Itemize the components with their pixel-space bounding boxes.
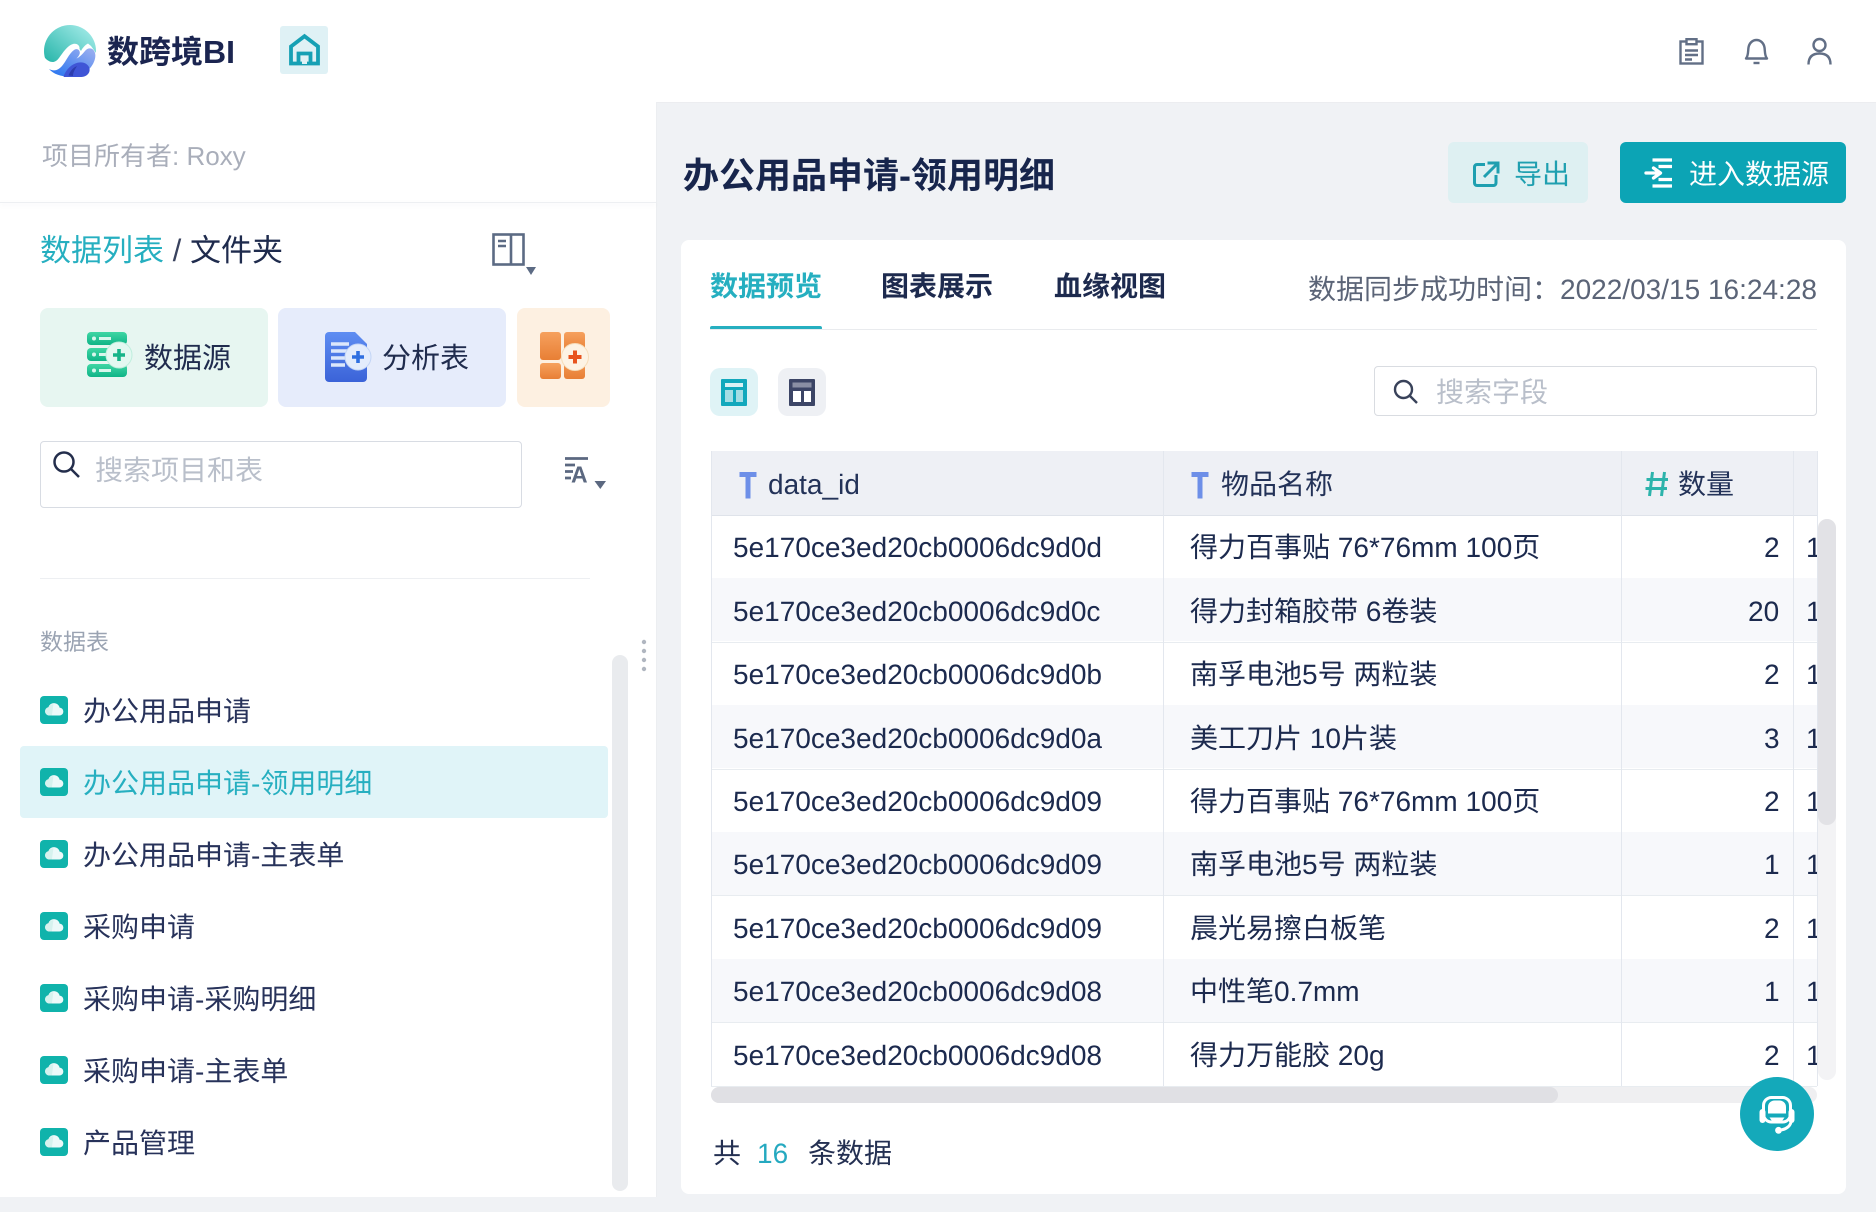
svg-text:A: A xyxy=(571,462,588,488)
